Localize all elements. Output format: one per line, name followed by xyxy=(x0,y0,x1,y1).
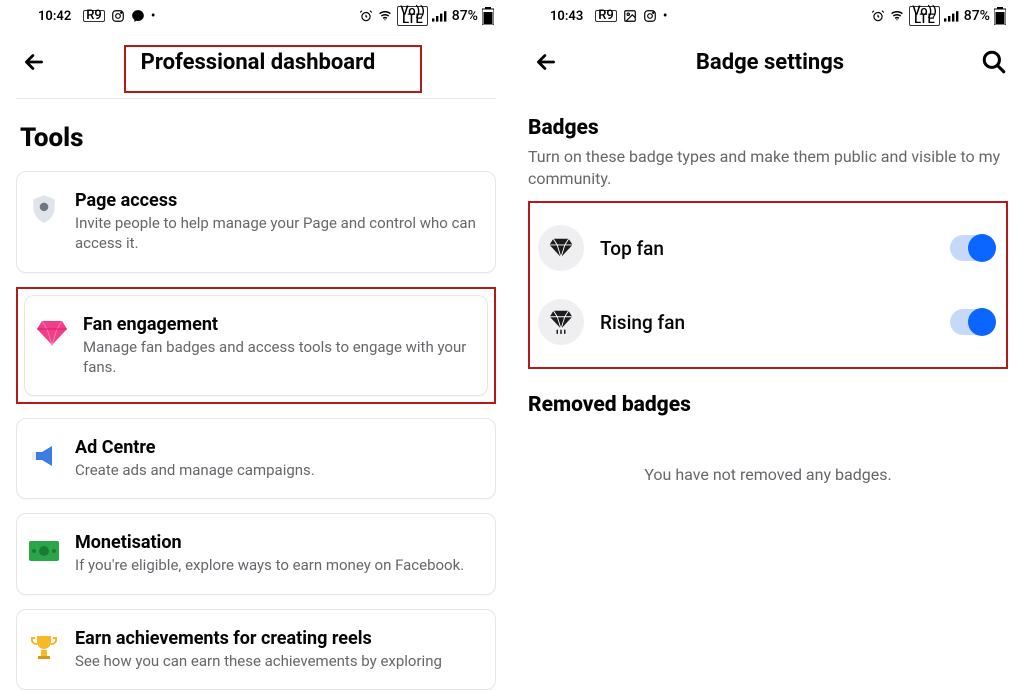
volte-icon: Vo))LTE xyxy=(397,6,428,26)
badge-label: Rising fan xyxy=(600,311,934,334)
toggle-top-fan[interactable] xyxy=(950,235,994,261)
messenger-icon xyxy=(131,9,145,23)
highlight-badge-list: Top fan Rising fan xyxy=(528,201,1008,369)
card-subtitle: Manage fan badges and access tools to en… xyxy=(83,337,473,378)
battery-percent: 87% xyxy=(964,8,990,24)
status-time: 10:42 xyxy=(38,9,71,24)
toggle-rising-fan[interactable] xyxy=(950,309,994,335)
badge-row-rising-fan: Rising fan xyxy=(536,285,996,359)
diamond-icon xyxy=(35,316,69,350)
card-subtitle: Create ads and manage campaigns. xyxy=(75,460,481,480)
page-title: Professional dashboard xyxy=(58,50,458,75)
divider xyxy=(16,98,496,99)
search-button[interactable] xyxy=(980,48,1008,76)
wifi-icon xyxy=(889,9,905,23)
tool-achievements[interactable]: Earn achievements for creating reels See… xyxy=(16,609,496,690)
screen-badge-settings: 10:43 R9 • Vo))LTE 87% xyxy=(512,0,1024,671)
card-subtitle: See how you can earn these achievements … xyxy=(75,651,481,671)
signal-icon xyxy=(944,9,960,23)
tool-fan-engagement[interactable]: Fan engagement Manage fan badges and acc… xyxy=(24,295,488,397)
megaphone-icon xyxy=(27,439,61,473)
back-button[interactable] xyxy=(532,48,560,76)
card-title: Ad Centre xyxy=(75,437,481,458)
rising-diamond-icon xyxy=(538,299,584,345)
trophy-icon xyxy=(27,630,61,664)
gallery-icon xyxy=(623,9,637,23)
alarm-icon xyxy=(359,9,373,23)
badge-row-top-fan: Top fan xyxy=(536,211,996,285)
status-bar: 10:42 R9 • Vo))LTE 87% xyxy=(0,0,512,30)
removed-badges-heading: Removed badges xyxy=(528,393,1008,417)
shield-icon xyxy=(27,192,61,226)
keyboard-icon: R9 xyxy=(83,10,105,22)
card-subtitle: Invite people to help manage your Page a… xyxy=(75,213,481,254)
tool-page-access[interactable]: Page access Invite people to help manage… xyxy=(16,171,496,273)
badges-description: Turn on these badge types and make them … xyxy=(528,146,1008,189)
card-title: Page access xyxy=(75,190,481,211)
battery-icon xyxy=(994,7,1006,25)
wifi-icon xyxy=(377,9,393,23)
dot-icon: • xyxy=(663,9,668,24)
instagram-icon xyxy=(643,9,657,23)
card-title: Monetisation xyxy=(75,532,481,553)
instagram-icon xyxy=(111,9,125,23)
money-icon xyxy=(27,534,61,568)
battery-icon xyxy=(482,7,494,25)
header-bar: Badge settings xyxy=(512,30,1024,92)
card-title: Earn achievements for creating reels xyxy=(75,628,481,649)
badge-label: Top fan xyxy=(600,237,934,260)
dot-icon: • xyxy=(151,9,156,24)
card-title: Fan engagement xyxy=(83,314,473,335)
keyboard-icon: R9 xyxy=(595,10,617,22)
tool-monetisation[interactable]: Monetisation If you're eligible, explore… xyxy=(16,513,496,594)
removed-badges-empty: You have not removed any badges. xyxy=(528,465,1008,484)
status-time: 10:43 xyxy=(550,9,583,24)
tools-heading: Tools xyxy=(20,123,496,153)
card-subtitle: If you're eligible, explore ways to earn… xyxy=(75,555,481,575)
screen-professional-dashboard: 10:42 R9 • Vo))LTE 87% xyxy=(0,0,512,671)
status-bar: 10:43 R9 • Vo))LTE 87% xyxy=(512,0,1024,30)
header-bar: Professional dashboard xyxy=(0,30,512,92)
volte-icon: Vo))LTE xyxy=(909,6,940,26)
battery-percent: 87% xyxy=(452,8,478,24)
badges-heading: Badges xyxy=(528,116,1008,140)
signal-icon xyxy=(432,9,448,23)
page-title: Badge settings xyxy=(570,50,970,75)
highlight-fan-engagement: Fan engagement Manage fan badges and acc… xyxy=(16,287,496,405)
diamond-icon xyxy=(538,225,584,271)
tool-ad-centre[interactable]: Ad Centre Create ads and manage campaign… xyxy=(16,418,496,499)
alarm-icon xyxy=(871,9,885,23)
back-button[interactable] xyxy=(20,48,48,76)
